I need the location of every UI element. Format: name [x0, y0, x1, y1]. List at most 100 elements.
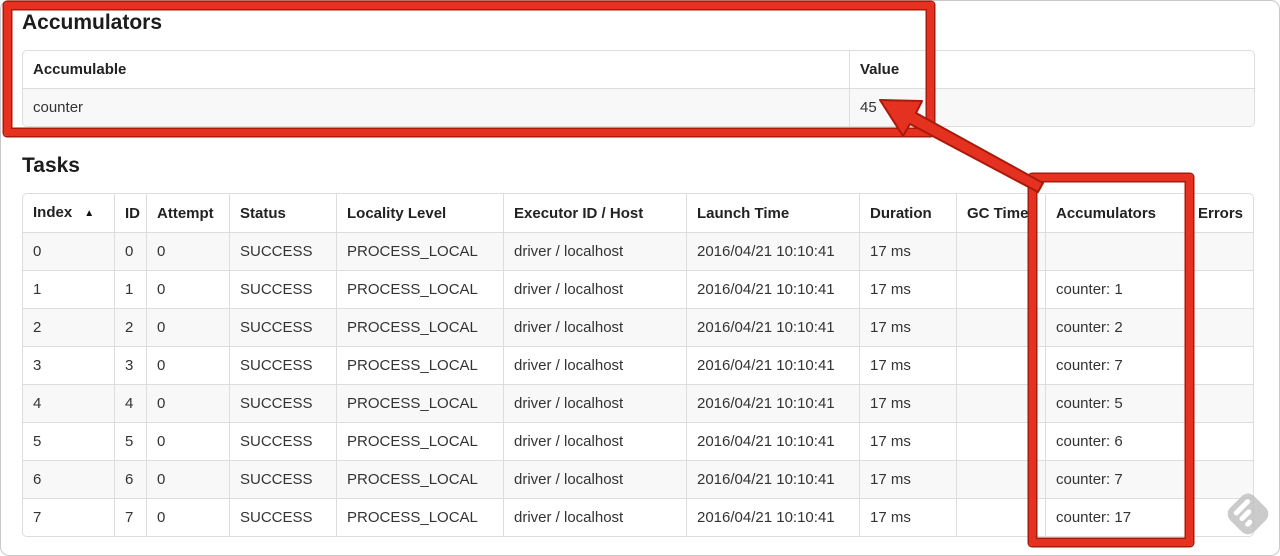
column-header-launch-time[interactable]: Launch Time [686, 194, 859, 232]
task-cell-errors [1187, 270, 1253, 308]
task-cell-duration: 17 ms [859, 498, 956, 536]
task-cell-index: 7 [23, 498, 114, 536]
task-cell-errors [1187, 308, 1253, 346]
task-cell-accumulators: counter: 7 [1045, 460, 1187, 498]
column-header-index-label: Index [33, 204, 73, 221]
task-cell-status: SUCCESS [229, 422, 336, 460]
task-row: 2 2 0 SUCCESS PROCESS_LOCAL driver / localhos… [23, 308, 1253, 346]
task-cell-executor: driver / localhost [503, 308, 686, 346]
task-cell-attempt: 0 [146, 460, 229, 498]
task-cell-executor: driver / localhost [503, 270, 686, 308]
task-cell-locality: PROCESS_LOCAL [336, 460, 503, 498]
tasks-table-body: 0 0 0 SUCCESS PROCESS_LOCAL driver / localhos… [23, 232, 1253, 536]
task-cell-attempt: 0 [146, 346, 229, 384]
task-cell-executor: driver / localhost [503, 422, 686, 460]
tasks-table-header: Index ▲ ID Attempt Status Locality Level … [23, 194, 1253, 232]
task-cell-attempt: 0 [146, 308, 229, 346]
column-header-duration[interactable]: Duration [859, 194, 956, 232]
task-cell-accumulators: counter: 2 [1045, 308, 1187, 346]
task-cell-gc [956, 270, 1045, 308]
accumulators-table-header: Accumulable Value [23, 51, 1254, 88]
task-cell-launch: 2016/04/21 10:10:41 [686, 384, 859, 422]
task-cell-accumulators [1045, 232, 1187, 270]
task-cell-duration: 17 ms [859, 460, 956, 498]
task-cell-status: SUCCESS [229, 346, 336, 384]
column-header-accumulable[interactable]: Accumulable [23, 51, 849, 88]
task-cell-errors [1187, 422, 1253, 460]
sort-ascending-icon: ▲ [84, 208, 95, 219]
task-cell-launch: 2016/04/21 10:10:41 [686, 232, 859, 270]
task-cell-attempt: 0 [146, 232, 229, 270]
task-cell-id: 2 [114, 308, 146, 346]
task-cell-locality: PROCESS_LOCAL [336, 346, 503, 384]
task-cell-locality: PROCESS_LOCAL [336, 232, 503, 270]
task-cell-gc [956, 346, 1045, 384]
accumulators-table-body: counter 45 [23, 88, 1254, 126]
cell-accumulable-value: 45 [849, 88, 1254, 126]
task-row: 6 6 0 SUCCESS PROCESS_LOCAL driver / localhos… [23, 460, 1253, 498]
column-header-status[interactable]: Status [229, 194, 336, 232]
task-cell-accumulators: counter: 6 [1045, 422, 1187, 460]
tasks-section-title: Tasks [22, 154, 80, 177]
task-row: 7 7 0 SUCCESS PROCESS_LOCAL driver / localhos… [23, 498, 1253, 536]
task-cell-errors [1187, 346, 1253, 384]
task-cell-launch: 2016/04/21 10:10:41 [686, 346, 859, 384]
accumulators-table: Accumulable Value counter 45 [22, 50, 1255, 127]
task-cell-accumulators: counter: 5 [1045, 384, 1187, 422]
task-cell-locality: PROCESS_LOCAL [336, 422, 503, 460]
task-cell-index: 2 [23, 308, 114, 346]
task-cell-index: 4 [23, 384, 114, 422]
cell-accumulable-name: counter [23, 88, 849, 126]
column-header-value[interactable]: Value [849, 51, 1254, 88]
column-header-errors[interactable]: Errors [1187, 194, 1253, 232]
task-cell-duration: 17 ms [859, 422, 956, 460]
task-cell-id: 5 [114, 422, 146, 460]
task-cell-gc [956, 384, 1045, 422]
task-cell-attempt: 0 [146, 498, 229, 536]
task-cell-status: SUCCESS [229, 498, 336, 536]
task-cell-launch: 2016/04/21 10:10:41 [686, 422, 859, 460]
column-header-attempt[interactable]: Attempt [146, 194, 229, 232]
task-cell-attempt: 0 [146, 270, 229, 308]
column-header-locality-level[interactable]: Locality Level [336, 194, 503, 232]
task-cell-launch: 2016/04/21 10:10:41 [686, 460, 859, 498]
task-cell-accumulators: counter: 1 [1045, 270, 1187, 308]
task-cell-accumulators: counter: 7 [1045, 346, 1187, 384]
spark-stage-page: Accumulators Accumulable Value counter 4… [0, 0, 1280, 556]
task-cell-gc [956, 460, 1045, 498]
column-header-gc-time[interactable]: GC Time [956, 194, 1045, 232]
task-cell-launch: 2016/04/21 10:10:41 [686, 270, 859, 308]
task-cell-gc [956, 308, 1045, 346]
task-cell-errors [1187, 460, 1253, 498]
task-cell-status: SUCCESS [229, 308, 336, 346]
task-row: 3 3 0 SUCCESS PROCESS_LOCAL driver / localhos… [23, 346, 1253, 384]
task-cell-status: SUCCESS [229, 460, 336, 498]
tasks-table: Index ▲ ID Attempt Status Locality Level … [22, 193, 1254, 537]
column-header-id[interactable]: ID [114, 194, 146, 232]
task-cell-executor: driver / localhost [503, 384, 686, 422]
task-cell-index: 6 [23, 460, 114, 498]
task-cell-id: 7 [114, 498, 146, 536]
task-cell-executor: driver / localhost [503, 346, 686, 384]
task-cell-attempt: 0 [146, 384, 229, 422]
task-cell-locality: PROCESS_LOCAL [336, 384, 503, 422]
column-header-index[interactable]: Index ▲ [23, 194, 114, 232]
task-cell-launch: 2016/04/21 10:10:41 [686, 308, 859, 346]
task-cell-id: 0 [114, 232, 146, 270]
task-cell-id: 3 [114, 346, 146, 384]
task-cell-duration: 17 ms [859, 270, 956, 308]
task-cell-locality: PROCESS_LOCAL [336, 308, 503, 346]
task-cell-errors [1187, 384, 1253, 422]
task-cell-executor: driver / localhost [503, 460, 686, 498]
column-header-executor-id-host[interactable]: Executor ID / Host [503, 194, 686, 232]
page-content: Accumulators Accumulable Value counter 4… [0, 0, 1280, 537]
accumulator-row: counter 45 [23, 88, 1254, 126]
accumulators-section-title: Accumulators [22, 11, 163, 34]
task-cell-duration: 17 ms [859, 384, 956, 422]
task-cell-gc [956, 232, 1045, 270]
task-row: 0 0 0 SUCCESS PROCESS_LOCAL driver / localhos… [23, 232, 1253, 270]
task-cell-locality: PROCESS_LOCAL [336, 270, 503, 308]
column-header-accumulators[interactable]: Accumulators [1045, 194, 1187, 232]
task-cell-index: 0 [23, 232, 114, 270]
task-cell-duration: 17 ms [859, 308, 956, 346]
